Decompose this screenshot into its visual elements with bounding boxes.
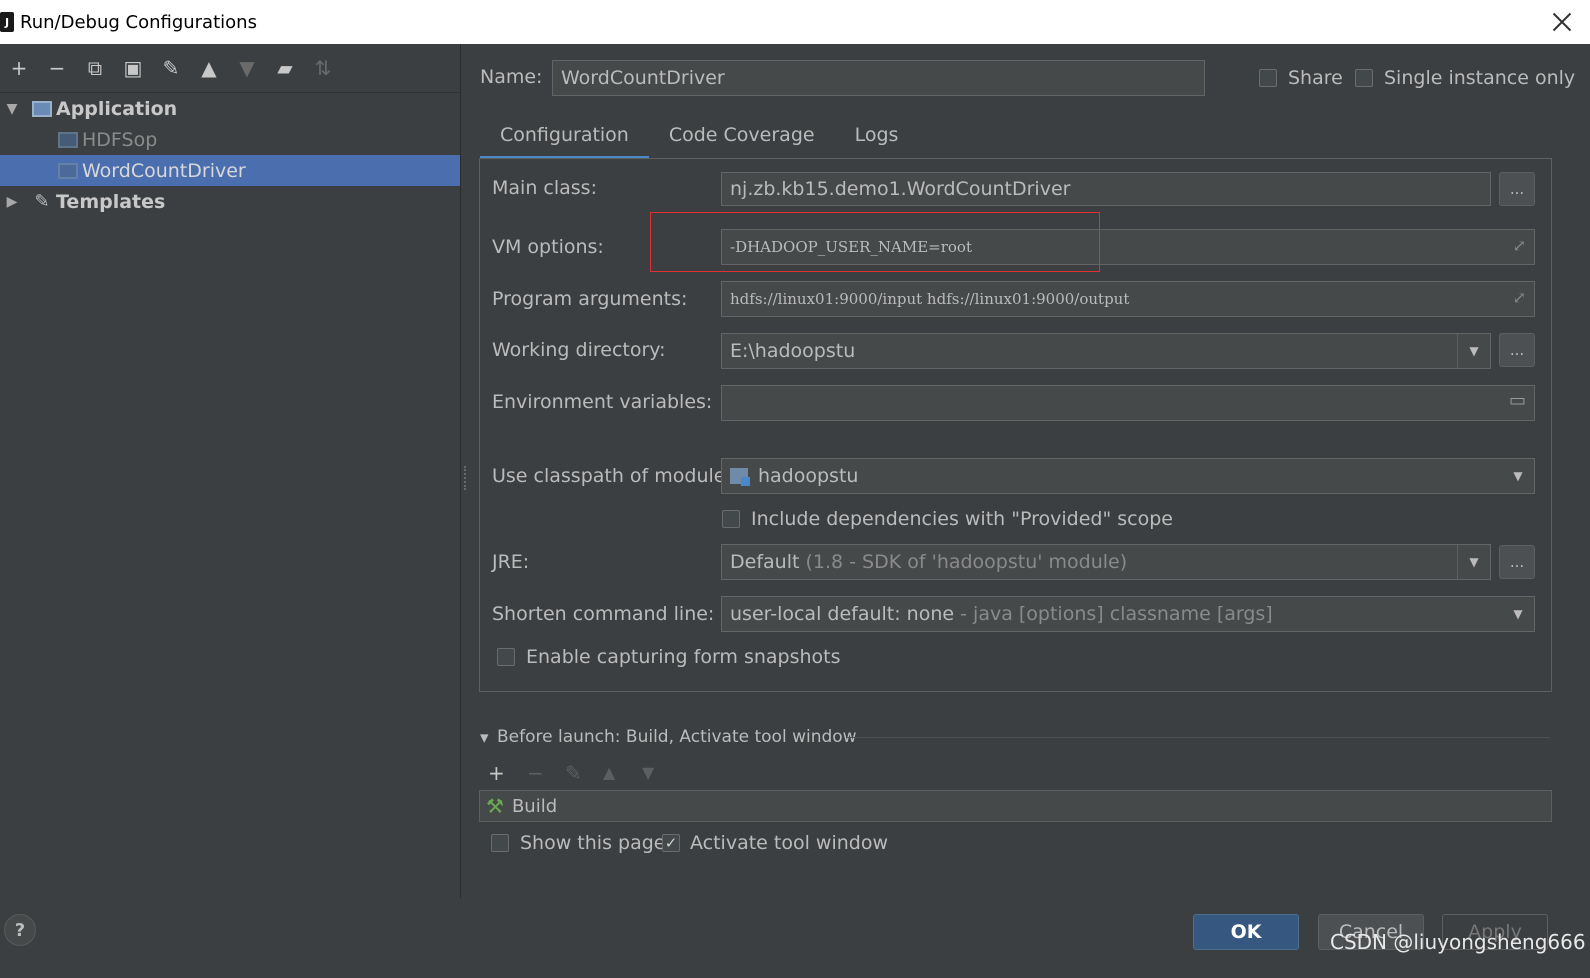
single-instance-label: Single instance only bbox=[1384, 67, 1576, 89]
program-arguments-field[interactable]: hdfs://linux01:9000/input hdfs://linux01… bbox=[721, 281, 1535, 317]
classpath-module-select[interactable]: hadoopstu ▼ bbox=[721, 458, 1535, 494]
tab-configuration[interactable]: Configuration bbox=[480, 114, 649, 159]
ok-button[interactable]: OK bbox=[1193, 914, 1299, 950]
tree-node-templates[interactable]: ▶ ✎ Templates bbox=[0, 186, 460, 217]
intellij-icon: J bbox=[0, 12, 14, 32]
tree-node-wordcountdriver[interactable]: WordCountDriver bbox=[0, 155, 460, 186]
title-bar: J Run/Debug Configurations bbox=[0, 0, 1590, 44]
expand-icon[interactable]: ⤢ bbox=[1513, 236, 1526, 255]
name-field[interactable]: WordCountDriver bbox=[552, 60, 1205, 96]
move-up-icon[interactable]: ▲ bbox=[190, 49, 228, 87]
activate-tool-window-checkbox[interactable]: ✓ bbox=[662, 834, 680, 852]
name-label: Name: bbox=[480, 66, 543, 88]
remove-icon[interactable]: − bbox=[38, 49, 76, 87]
module-icon bbox=[730, 468, 750, 486]
collapse-arrow-icon[interactable]: ▶ bbox=[0, 194, 24, 210]
add-icon[interactable]: + bbox=[0, 49, 38, 87]
copy-icon[interactable]: ⧉ bbox=[76, 49, 114, 87]
classpath-module-label: Use classpath of module: bbox=[492, 465, 732, 487]
edit-icon[interactable]: ✎ bbox=[565, 761, 582, 785]
chevron-down-icon[interactable]: ▼ bbox=[1457, 334, 1490, 368]
build-task-label: Build bbox=[511, 795, 558, 817]
wrench-icon: ✎ bbox=[34, 191, 50, 212]
program-arguments-label: Program arguments: bbox=[492, 288, 688, 310]
config-tree-pane: + − ⧉ ▣ ✎ ▲ ▼ ▰ ⇅ ▼ Application HDFSop W… bbox=[0, 44, 461, 898]
working-directory-browse-button[interactable]: ... bbox=[1499, 333, 1535, 367]
chevron-down-icon[interactable]: ▼ bbox=[1457, 545, 1490, 579]
watermark: CSDN @liuyongsheng666 bbox=[1330, 930, 1586, 954]
config-tree: ▼ Application HDFSop WordCountDriver ▶ ✎… bbox=[0, 93, 460, 217]
tree-label-wordcountdriver: WordCountDriver bbox=[82, 159, 246, 182]
move-down-icon[interactable]: ▼ bbox=[642, 763, 654, 782]
vm-options-label: VM options: bbox=[492, 236, 604, 258]
tree-node-hdfsop[interactable]: HDFSop bbox=[0, 124, 460, 155]
application-icon bbox=[32, 100, 52, 117]
tree-label-templates: Templates bbox=[56, 190, 166, 213]
environment-variables-field[interactable]: ▭ bbox=[721, 385, 1535, 421]
main-class-browse-button[interactable]: ... bbox=[1499, 172, 1535, 206]
sort-icon[interactable]: ⇅ bbox=[304, 49, 342, 87]
move-down-icon[interactable]: ▼ bbox=[228, 49, 266, 87]
highlight-annotation bbox=[650, 212, 1100, 272]
jre-label: JRE: bbox=[492, 551, 530, 573]
working-directory-label: Working directory: bbox=[492, 339, 666, 361]
expand-icon[interactable]: ⤢ bbox=[1513, 288, 1526, 307]
share-label: Share bbox=[1288, 67, 1343, 89]
config-toolbar: + − ⧉ ▣ ✎ ▲ ▼ ▰ ⇅ bbox=[0, 44, 460, 93]
shorten-command-line-label: Shorten command line: bbox=[492, 603, 715, 625]
enable-snapshots-label: Enable capturing form snapshots bbox=[526, 646, 841, 668]
show-this-page-label: Show this page bbox=[520, 832, 666, 854]
jre-browse-button[interactable]: ... bbox=[1499, 545, 1535, 579]
tab-code-coverage[interactable]: Code Coverage bbox=[649, 114, 835, 156]
tree-label-application: Application bbox=[56, 97, 178, 120]
enable-snapshots-checkbox[interactable] bbox=[497, 648, 515, 666]
share-checkbox[interactable] bbox=[1259, 69, 1277, 87]
before-launch-title[interactable]: Before launch: Build, Activate tool wind… bbox=[497, 727, 857, 747]
chevron-down-icon[interactable]: ▼ bbox=[1502, 459, 1534, 493]
window-title: Run/Debug Configurations bbox=[20, 11, 257, 33]
include-dependencies-checkbox[interactable] bbox=[722, 510, 740, 528]
before-launch-list-item[interactable]: ⚒ Build bbox=[479, 790, 1552, 822]
tree-label-hdfsop: HDFSop bbox=[82, 128, 158, 151]
add-icon[interactable]: + bbox=[488, 761, 505, 785]
working-directory-field[interactable]: E:\hadoopstu ▼ bbox=[721, 333, 1491, 369]
remove-icon[interactable]: − bbox=[527, 761, 544, 785]
run-config-icon bbox=[58, 162, 78, 179]
help-button[interactable]: ? bbox=[4, 914, 36, 946]
tab-bar: Configuration Code Coverage Logs bbox=[480, 114, 919, 159]
close-icon[interactable] bbox=[1548, 8, 1576, 36]
main-class-label: Main class: bbox=[492, 177, 597, 199]
move-up-icon[interactable]: ▲ bbox=[603, 763, 615, 782]
environment-variables-label: Environment variables: bbox=[492, 391, 713, 413]
include-dependencies-label: Include dependencies with "Provided" sco… bbox=[751, 508, 1173, 530]
single-instance-checkbox[interactable] bbox=[1355, 69, 1373, 87]
shorten-command-line-select[interactable]: user-local default: none - java [options… bbox=[721, 596, 1535, 632]
main-class-field[interactable]: nj.zb.kb15.demo1.WordCountDriver bbox=[721, 172, 1491, 206]
run-config-icon bbox=[58, 131, 78, 148]
activate-tool-window-label: Activate tool window bbox=[690, 832, 889, 854]
hammer-icon: ⚒ bbox=[486, 794, 504, 818]
save-icon[interactable]: ▣ bbox=[114, 49, 152, 87]
tab-logs[interactable]: Logs bbox=[835, 114, 919, 156]
new-folder-icon[interactable]: ▰ bbox=[266, 49, 304, 87]
tree-node-application[interactable]: ▼ Application bbox=[0, 93, 460, 124]
splitter-handle[interactable] bbox=[464, 466, 470, 490]
section-divider bbox=[846, 737, 1550, 738]
wrench-icon[interactable]: ✎ bbox=[152, 49, 190, 87]
jre-select[interactable]: Default (1.8 - SDK of 'hadoopstu' module… bbox=[721, 544, 1491, 580]
show-this-page-checkbox[interactable] bbox=[491, 834, 509, 852]
chevron-down-icon[interactable]: ▼ bbox=[1502, 597, 1534, 631]
folder-open-icon[interactable]: ▭ bbox=[1509, 390, 1526, 411]
expand-arrow-icon[interactable]: ▼ bbox=[0, 101, 24, 117]
before-launch-toggle-icon[interactable]: ▾ bbox=[480, 728, 489, 748]
